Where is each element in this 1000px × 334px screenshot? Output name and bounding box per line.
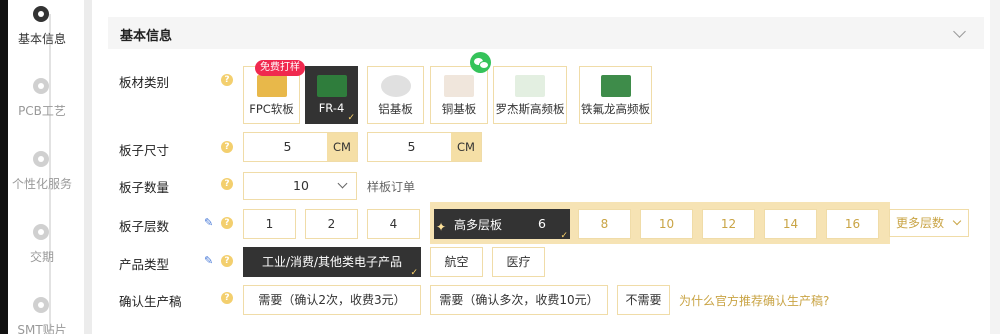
material-option-rogers[interactable]: 罗杰斯高频板 <box>493 66 567 124</box>
copper-board-icon <box>444 75 474 97</box>
layer-option-4[interactable]: 4 <box>367 209 420 239</box>
step-label: 交期 <box>29 250 54 264</box>
row-label-layers: 板子层数 <box>119 219 170 234</box>
layer-option-8[interactable]: 8 <box>578 209 631 239</box>
multi-layer-label: 高多层板 <box>454 218 503 232</box>
edit-pencil-icon[interactable]: ✎ <box>204 255 216 267</box>
layer-option-10[interactable]: 10 <box>640 209 693 239</box>
material-label: 罗杰斯高频板 <box>495 102 565 116</box>
window-edge <box>0 0 8 334</box>
sparkle-icon: ✦ <box>436 220 447 234</box>
step-label: SMT贴片 <box>17 323 67 334</box>
step-label: PCB工艺 <box>18 104 66 118</box>
layer-option-12[interactable]: 12 <box>702 209 755 239</box>
confirm-none-option[interactable]: 不需要 <box>617 285 670 315</box>
chevron-down-icon <box>952 216 962 226</box>
help-icon[interactable]: ? <box>221 141 233 153</box>
multi-layer-selected[interactable]: ✦ 高多层板 6 <box>434 209 570 241</box>
step-dot-icon <box>33 6 49 22</box>
quantity-select[interactable]: 10 <box>243 172 357 200</box>
step-dot-icon <box>33 224 49 240</box>
material-label: 铁氟龙高频板 <box>581 102 650 116</box>
help-icon[interactable]: ? <box>221 74 233 86</box>
step-label: 基本信息 <box>17 32 66 46</box>
help-icon[interactable]: ? <box>221 217 233 229</box>
material-option-aluminum[interactable]: 铝基板 <box>367 66 424 124</box>
wechat-icon[interactable] <box>470 52 491 73</box>
step-label: 个性化服务 <box>11 177 72 191</box>
fr4-board-icon <box>316 75 347 97</box>
material-option-copper[interactable]: 铜基板 <box>430 66 488 124</box>
layer-option-2[interactable]: 2 <box>305 209 358 239</box>
layer-option-6: 6 <box>538 216 546 231</box>
material-label: FPC软板 <box>249 102 294 116</box>
confirm-twice-option[interactable]: 需要（确认2次，收费3元） <box>243 285 421 315</box>
sample-order-note: 样板订单 <box>367 180 416 194</box>
step-dot-icon <box>33 151 49 167</box>
rogers-board-icon <box>515 75 545 97</box>
section-title: 基本信息 <box>120 29 173 44</box>
product-type-industrial[interactable]: 工业/消费/其他类电子产品 <box>243 247 421 278</box>
help-icon[interactable]: ? <box>221 292 233 304</box>
more-layers-label: 更多层数 <box>896 216 945 230</box>
product-type-aviation[interactable]: 航空 <box>430 247 483 277</box>
layer-option-1[interactable]: 1 <box>243 209 296 239</box>
help-icon[interactable]: ? <box>221 255 233 267</box>
edit-pencil-icon[interactable]: ✎ <box>204 217 216 229</box>
layer-option-14[interactable]: 14 <box>764 209 817 239</box>
layer-option-16[interactable]: 16 <box>826 209 879 239</box>
unit-label: CM <box>327 133 357 161</box>
material-option-teflon[interactable]: 铁氟龙高频板 <box>579 66 652 124</box>
board-width-input[interactable]: 5 CM <box>243 132 358 162</box>
material-option-fr4[interactable]: FR-4 <box>305 66 358 124</box>
row-label-board-qty: 板子数量 <box>119 180 170 195</box>
step-dot-icon <box>33 78 49 94</box>
confirm-multiple-option[interactable]: 需要（确认多次，收费10元） <box>430 285 608 315</box>
row-label-board-type: 板材类别 <box>119 75 170 90</box>
teflon-board-icon <box>600 75 631 97</box>
help-icon[interactable]: ? <box>221 178 233 190</box>
row-label-product-type: 产品类型 <box>119 257 170 272</box>
product-type-medical[interactable]: 医疗 <box>492 247 545 277</box>
step-dot-icon <box>33 297 49 313</box>
row-label-confirm-draft: 确认生产稿 <box>119 294 182 309</box>
unit-label: CM <box>451 133 481 161</box>
gutter <box>84 0 92 334</box>
fpc-board-icon <box>256 75 287 97</box>
board-height-value: 5 <box>407 139 416 154</box>
more-layers-dropdown[interactable]: 更多层数 <box>889 209 969 237</box>
why-confirm-link[interactable]: 为什么官方推荐确认生产稿? <box>679 292 829 309</box>
chevron-down-icon[interactable] <box>953 25 966 38</box>
section-header[interactable]: 基本信息 <box>108 17 984 49</box>
main-panel: 基本信息 <box>92 0 1000 334</box>
board-width-value: 5 <box>283 139 292 154</box>
free-sample-badge: 免费打样 <box>255 60 305 76</box>
aluminum-board-icon <box>380 75 411 97</box>
row-label-board-size: 板子尺寸 <box>119 143 170 158</box>
material-label: FR-4 <box>318 101 345 115</box>
material-label: 铝基板 <box>378 102 413 116</box>
progress-stepper: 基本信息 PCB工艺 个性化服务 交期 SMT贴片 <box>8 0 84 334</box>
stepper-track <box>49 14 51 334</box>
board-height-input[interactable]: 5 CM <box>367 132 482 162</box>
scrollbar[interactable] <box>990 0 1000 334</box>
material-label: 铜基板 <box>441 102 477 116</box>
